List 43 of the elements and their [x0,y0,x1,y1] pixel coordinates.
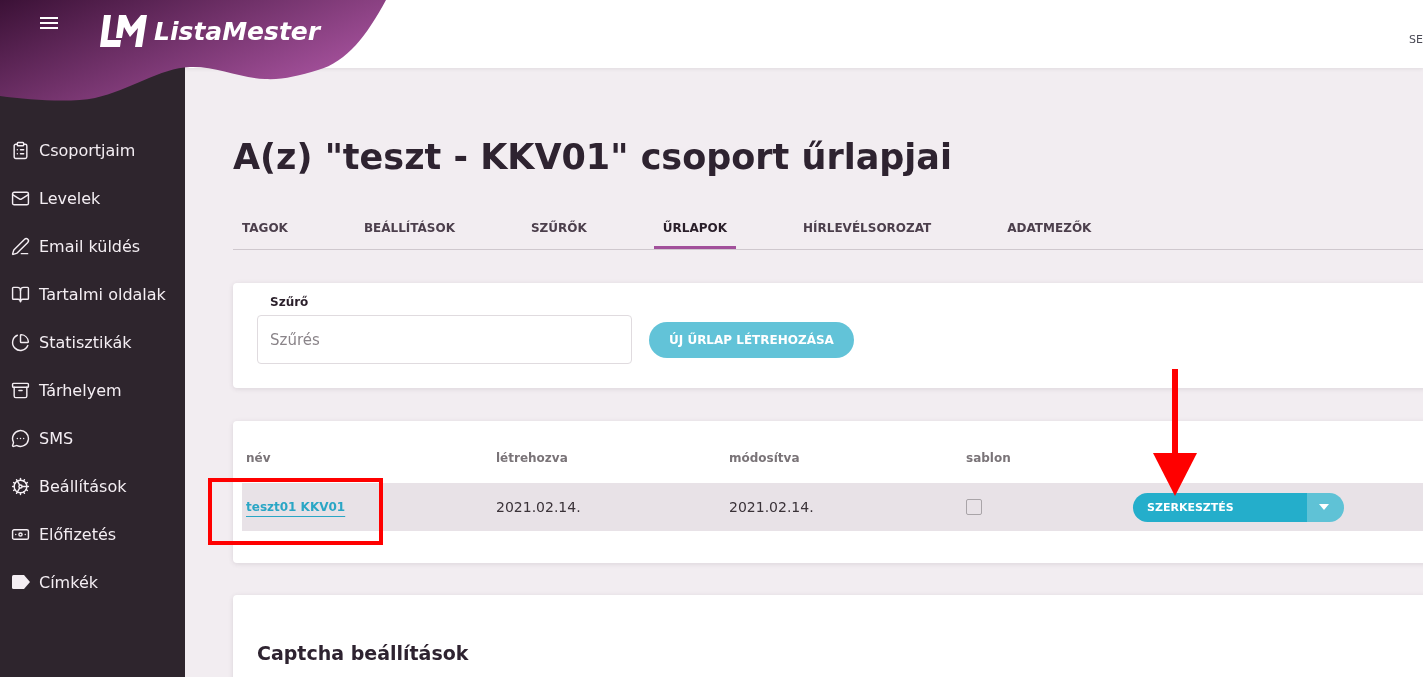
pen-icon [11,236,30,256]
tag-icon [11,575,30,589]
book-icon [11,284,30,304]
caret-icon [1319,504,1329,510]
sidebar-item[interactable]: Csoportjaim [0,126,185,174]
menu-button[interactable] [40,14,58,29]
pie-chart-icon [11,332,30,352]
tab[interactable]: BEÁLLÍTÁSOK [354,209,464,249]
logo-mark-icon [100,14,147,48]
template-checkbox[interactable] [966,499,982,515]
gear-icon [11,476,30,496]
user-name[interactable]: SE [1409,33,1423,46]
table-cell: 2021.02.14. [729,499,814,515]
sidebar-item[interactable]: Beállítások [0,462,185,510]
section-title: Captcha beállítások [257,641,470,665]
tab[interactable]: ŰRLAPOK [653,209,736,249]
sidebar-item[interactable]: Statisztikák [0,318,185,366]
sidebar-item[interactable]: Tárhelyem [0,366,185,414]
dropdown-toggle[interactable] [1307,492,1344,522]
table-cell: 2021.02.14. [496,499,581,515]
column-header: név [246,451,271,465]
sidebar-item[interactable]: Email küldés [0,222,185,270]
sidebar-item[interactable]: Címkék [0,558,185,606]
logo-text: ListaMester [154,15,321,48]
tab[interactable]: HÍRLEVÉLSOROZAT [794,209,941,249]
sidebar-item[interactable]: Tartalmi oldalak [0,270,185,318]
page-title: A(z) "teszt - KKV01" csoport űrlapjai [233,139,953,175]
column-header: módosítva [729,451,800,465]
column-header: sablon [966,451,1011,465]
tab[interactable]: SZŰRŐK [521,209,596,249]
sidebar-item[interactable]: Előfizetés [0,510,185,558]
chat-bubble-icon [11,428,30,448]
sidebar-item[interactable]: SMS [0,414,185,462]
filter-input[interactable]: Szűrés [257,315,632,364]
tab[interactable]: TAGOK [233,209,297,249]
sidebar-item[interactable]: Levelek [0,174,185,222]
menu-icon [40,17,58,29]
filter-label: Szűrő [270,295,310,309]
tab[interactable]: ADATMEZŐK [998,209,1101,249]
clipboard-icon [11,140,30,160]
column-header: létrehozva [496,451,568,465]
envelope-icon [11,188,30,208]
archive-icon [11,380,30,400]
